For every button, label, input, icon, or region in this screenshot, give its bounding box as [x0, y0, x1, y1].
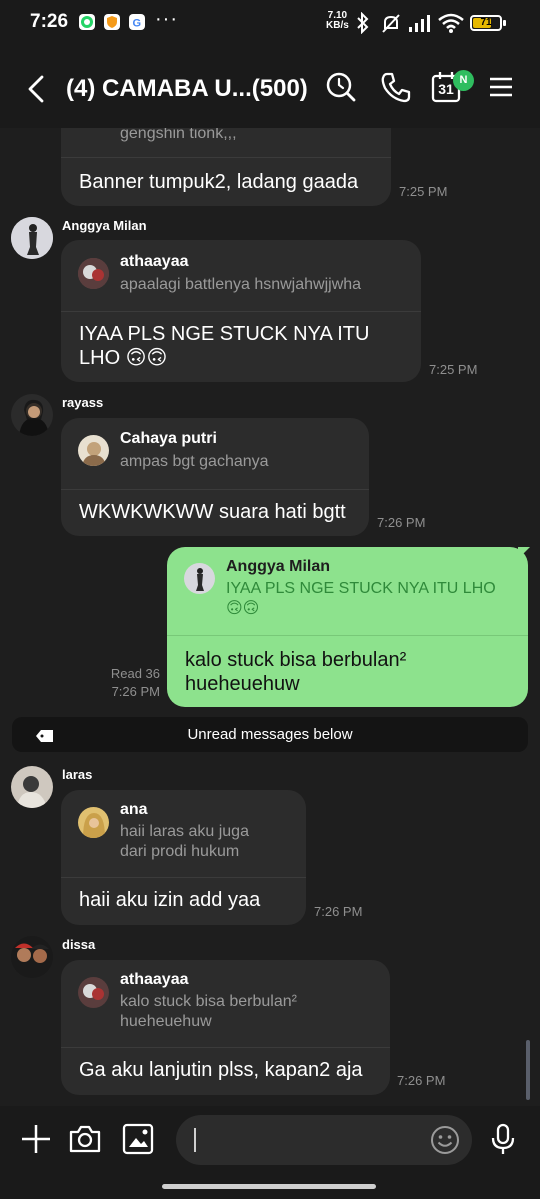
- calendar-new-badge: N: [453, 70, 474, 91]
- quoted-text: ampas bgt gachanya: [120, 453, 269, 470]
- avatar[interactable]: [11, 766, 53, 808]
- message-time: 7:26 PM: [111, 684, 160, 699]
- message-text: WKWKWKWW suara hati bgtt: [79, 501, 346, 523]
- message-time: 7:25 PM: [429, 362, 478, 377]
- message-input[interactable]: [176, 1115, 472, 1165]
- quoted-message[interactable]: Cahaya putri ampas bgt gachanya: [61, 418, 369, 490]
- plus-icon[interactable]: [19, 1122, 53, 1156]
- quoted-text-line: kalo stuck bisa berbulan²: [120, 993, 297, 1010]
- status-bar: 7:26 G ··· 7.10 KB/s 71: [0, 0, 540, 48]
- network-speed-unit: KB/s: [326, 20, 349, 31]
- message-text: haii aku izin add yaa: [79, 889, 261, 911]
- quoted-text-line: 🙃🙃: [226, 600, 260, 617]
- message-time: 7:26 PM: [377, 515, 426, 530]
- sender-name: dissa: [62, 937, 96, 952]
- message-text-line: kalo stuck bisa berbulan²: [185, 649, 407, 671]
- unread-banner-text: Unread messages below: [187, 726, 353, 743]
- message-time: 7:25 PM: [399, 184, 448, 199]
- network-speed: 7.10 KB/s: [326, 11, 349, 31]
- quoted-text: apaalagi battlenya hsnwjahwjjwha: [120, 276, 362, 293]
- quoted-text-line: dari prodi hukum: [120, 843, 240, 860]
- quoted-text-line: haii laras aku juga: [120, 823, 249, 840]
- quoted-message[interactable]: athaayaa kalo stuck bisa berbulan² huehe…: [61, 960, 390, 1048]
- quoted-sender: athaayaa: [120, 971, 189, 988]
- more-notifications: ···: [155, 8, 178, 30]
- message-text-line: hueheuehuw: [185, 673, 300, 695]
- quoted-sender: Cahaya putri: [120, 430, 217, 447]
- image-icon[interactable]: [121, 1122, 155, 1156]
- phone-icon[interactable]: [379, 70, 413, 104]
- message-bubble[interactable]: athaayaa apaalagi battlenya hsnwjahwjjwh…: [61, 240, 421, 382]
- quoted-sender: Anggya Milan: [226, 558, 331, 575]
- search-icon[interactable]: [324, 70, 358, 104]
- scrollbar[interactable]: [526, 1040, 530, 1100]
- whatsapp-icon: [79, 14, 95, 30]
- message-time: 7:26 PM: [314, 904, 363, 919]
- quoted-avatar: [184, 563, 215, 594]
- message-text: Ga aku lanjutin plss, kapan2 aja: [79, 1059, 363, 1081]
- quoted-message[interactable]: Anggya Milan IYAA PLS NGE STUCK NYA ITU …: [167, 547, 528, 636]
- battery-level: 71: [480, 17, 492, 28]
- battery-tip: [503, 20, 506, 26]
- hamburger-menu-icon[interactable]: [484, 70, 518, 104]
- message-bubble[interactable]: gengshin tionk,,, Banner tumpuk2, ladang…: [61, 128, 391, 206]
- status-time: 7:26: [30, 11, 69, 32]
- message-text: Banner tumpuk2, ladang gaada: [79, 171, 359, 193]
- google-icon: G: [129, 14, 145, 30]
- chevron-left-icon[interactable]: [22, 74, 52, 104]
- quoted-sender: athaayaa: [120, 253, 189, 270]
- sender-name: laras: [62, 767, 93, 782]
- message-bubble[interactable]: Cahaya putri ampas bgt gachanya WKWKWKWW…: [61, 418, 369, 536]
- quoted-avatar: [78, 435, 109, 466]
- home-indicator[interactable]: [162, 1184, 376, 1189]
- chat-title[interactable]: (4) CAMABA U...(500): [66, 75, 308, 103]
- quoted-text-line: IYAA PLS NGE STUCK NYA ITU LHO: [226, 580, 496, 597]
- shield-app-icon: [104, 14, 120, 30]
- bluetooth-icon: [355, 11, 371, 39]
- sender-name: Anggya Milan: [62, 218, 147, 233]
- svg-text:G: G: [133, 18, 142, 30]
- quoted-message[interactable]: ana haii laras aku juga dari prodi hukum: [61, 790, 306, 878]
- camera-icon[interactable]: [68, 1122, 102, 1156]
- avatar[interactable]: [11, 394, 53, 436]
- message-bubble[interactable]: ana haii laras aku juga dari prodi hukum…: [61, 790, 306, 925]
- message-bubble[interactable]: athaayaa kalo stuck bisa berbulan² huehe…: [61, 960, 390, 1095]
- quoted-avatar: [78, 258, 109, 289]
- signal-icon: [408, 12, 434, 39]
- sender-name: rayass: [62, 395, 104, 410]
- message-time: 7:26 PM: [397, 1073, 446, 1088]
- chat-header: (4) CAMABA U...(500) 31 N: [0, 48, 540, 132]
- message-text-line: LHO 🙃🙃: [79, 347, 168, 369]
- bubble-tail: [518, 547, 530, 559]
- quoted-avatar: [78, 807, 109, 838]
- mute-icon: [380, 12, 402, 39]
- battery-indicator: 71: [470, 15, 502, 31]
- quoted-text: gengshin tionk,,,: [120, 128, 237, 142]
- read-receipt: Read 36 7:26 PM: [90, 665, 160, 701]
- chat-messages[interactable]: gengshin tionk,,, Banner tumpuk2, ladang…: [0, 128, 540, 1106]
- message-input-bar: [0, 1106, 540, 1199]
- quoted-sender: ana: [120, 801, 148, 818]
- avatar[interactable]: [11, 936, 53, 978]
- quoted-avatar: [78, 977, 109, 1008]
- message-text-line: IYAA PLS NGE STUCK NYA ITU: [79, 323, 370, 345]
- own-message-bubble[interactable]: Anggya Milan IYAA PLS NGE STUCK NYA ITU …: [167, 547, 528, 707]
- unread-messages-banner: Unread messages below: [12, 717, 528, 752]
- emoji-icon[interactable]: [430, 1125, 460, 1155]
- avatar[interactable]: [11, 217, 53, 259]
- quoted-text-line: hueheuehuw: [120, 1013, 212, 1030]
- wifi-icon: [437, 12, 465, 39]
- quoted-message[interactable]: gengshin tionk,,,: [61, 128, 391, 158]
- read-count: Read 36: [110, 666, 160, 681]
- microphone-icon[interactable]: [486, 1122, 520, 1156]
- quoted-message[interactable]: athaayaa apaalagi battlenya hsnwjahwjjwh…: [61, 240, 421, 312]
- text-cursor: [194, 1128, 196, 1152]
